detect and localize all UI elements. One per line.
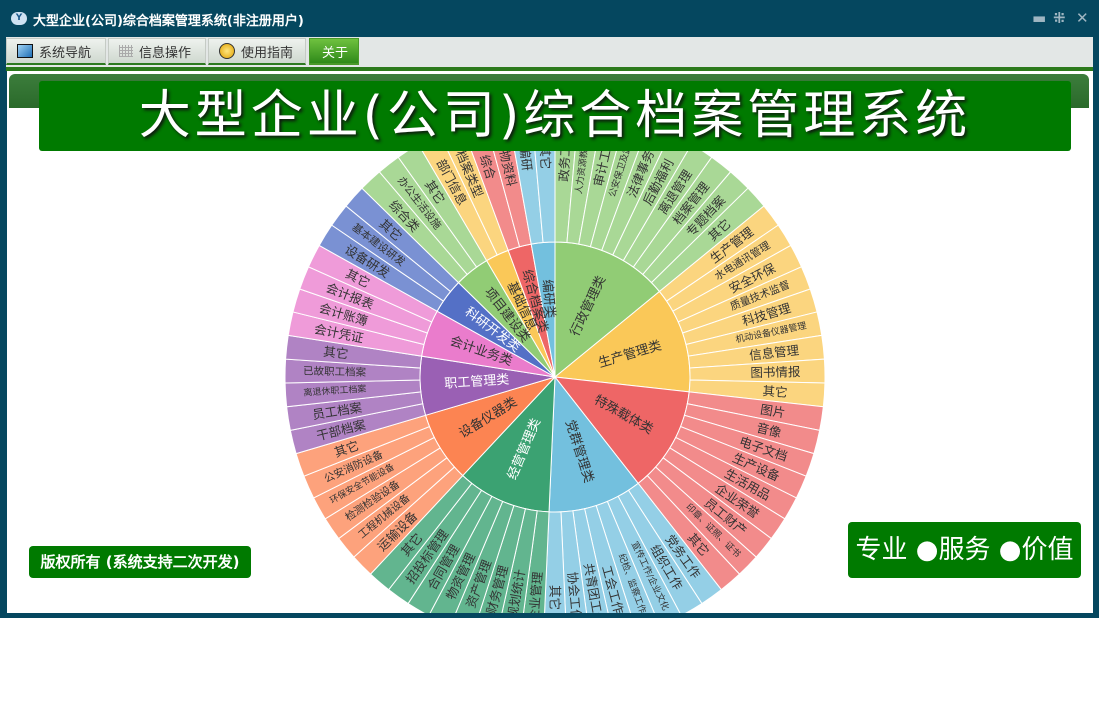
title-bar: Y 大型企业(公司)综合档案管理系统(非注册用户) ▬ ⁜ ✕ bbox=[1, 1, 1098, 36]
page-title: 大型企业(公司)综合档案管理系统 bbox=[39, 81, 1071, 151]
restore-button[interactable]: ⁜ bbox=[1053, 9, 1066, 27]
tab-label: 系统导航 bbox=[39, 45, 92, 61]
leaf-label: 图书情报 bbox=[750, 364, 801, 380]
window-title: 大型企业(公司)综合档案管理系统(非注册用户) bbox=[33, 14, 304, 29]
tab-bar: 系统导航 信息操作 使用指南 关于 bbox=[6, 37, 1093, 67]
tab-info-ops[interactable]: 信息操作 bbox=[108, 38, 206, 65]
app-window: Y 大型企业(公司)综合档案管理系统(非注册用户) ▬ ⁜ ✕ 系统导航 信息操… bbox=[0, 0, 1099, 618]
slogan-badge: 专业 ●服务 ●价值 bbox=[848, 522, 1081, 578]
leaf-label: 其它 bbox=[323, 344, 350, 362]
minimize-button[interactable]: ▬ bbox=[1032, 9, 1046, 27]
tab-system-nav[interactable]: 系统导航 bbox=[6, 38, 106, 65]
grid-icon bbox=[119, 45, 133, 57]
help-icon bbox=[219, 43, 235, 59]
close-button[interactable]: ✕ bbox=[1076, 9, 1089, 27]
copyright-badge: 版权所有 (系统支持二次开发) bbox=[29, 546, 251, 578]
leaf-label: 已故职工档案 bbox=[303, 364, 367, 378]
content-area: 行政管理类 政务工作 人力资源教育培训 审计工作 公安保卫及武装 法律事务 后勤福利 离退管理… bbox=[7, 71, 1093, 613]
app-logo-icon: Y bbox=[11, 12, 27, 25]
tab-user-guide[interactable]: 使用指南 bbox=[208, 38, 306, 65]
tab-about[interactable]: 关于 bbox=[309, 38, 359, 65]
tab-label: 关于 bbox=[322, 45, 349, 61]
tab-label: 使用指南 bbox=[241, 45, 294, 61]
tab-label: 信息操作 bbox=[139, 45, 192, 61]
leaf-label: 其它 bbox=[548, 585, 563, 610]
leaf-label: 其它 bbox=[762, 383, 788, 400]
monitor-icon bbox=[17, 44, 33, 58]
